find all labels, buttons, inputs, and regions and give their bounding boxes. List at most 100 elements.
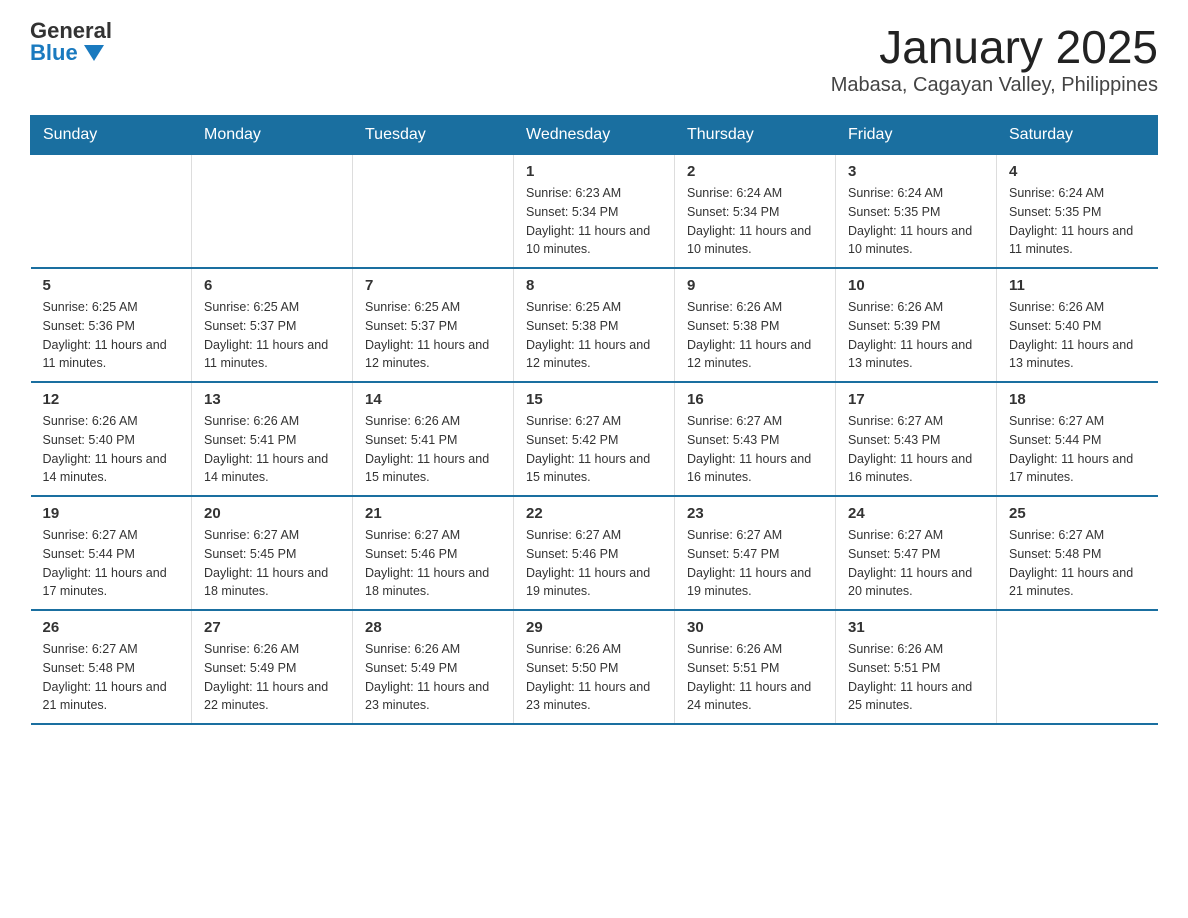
day-number: 5: [43, 277, 180, 294]
day-number: 21: [365, 505, 501, 522]
day-info: Sunrise: 6:25 AMSunset: 5:36 PMDaylight:…: [43, 298, 180, 373]
day-number: 6: [204, 277, 340, 294]
page-header: General Blue January 2025 Mabasa, Cagaya…: [30, 20, 1158, 97]
calendar-cell: [353, 155, 514, 269]
calendar-cell: 26 Sunrise: 6:27 AMSunset: 5:48 PMDayligh…: [31, 610, 192, 724]
calendar-body: 1 Sunrise: 6:23 AMSunset: 5:34 PMDaylight…: [31, 155, 1158, 725]
calendar-cell: 11 Sunrise: 6:26 AMSunset: 5:40 PMDayligh…: [997, 268, 1158, 382]
day-info: Sunrise: 6:26 AMSunset: 5:41 PMDaylight:…: [204, 412, 340, 487]
calendar-week-row: 26 Sunrise: 6:27 AMSunset: 5:48 PMDayligh…: [31, 610, 1158, 724]
day-of-week-header: Friday: [836, 116, 997, 155]
calendar-week-row: 5 Sunrise: 6:25 AMSunset: 5:36 PMDaylight…: [31, 268, 1158, 382]
logo-triangle-icon: [84, 45, 104, 61]
calendar-cell: 31Sunrise: 6:26 AMSunset: 5:51 PMDayligh…: [836, 610, 997, 724]
calendar-cell: 1 Sunrise: 6:23 AMSunset: 5:34 PMDaylight…: [514, 155, 675, 269]
day-number: 3: [848, 163, 984, 180]
day-number: 14: [365, 391, 501, 408]
day-number: 30: [687, 619, 823, 636]
day-number: 22: [526, 505, 662, 522]
day-number: 10: [848, 277, 984, 294]
day-info: Sunrise: 6:24 AMSunset: 5:35 PMDaylight:…: [848, 184, 984, 259]
header-row: SundayMondayTuesdayWednesdayThursdayFrid…: [31, 116, 1158, 155]
day-info: Sunrise: 6:24 AMSunset: 5:35 PMDaylight:…: [1009, 184, 1146, 259]
day-number: 24: [848, 505, 984, 522]
calendar-week-row: 1 Sunrise: 6:23 AMSunset: 5:34 PMDaylight…: [31, 155, 1158, 269]
day-number: 8: [526, 277, 662, 294]
day-number: 2: [687, 163, 823, 180]
day-info: Sunrise: 6:26 AMSunset: 5:40 PMDaylight:…: [1009, 298, 1146, 373]
day-info: Sunrise: 6:27 AMSunset: 5:47 PMDaylight:…: [687, 526, 823, 601]
calendar-cell: 8 Sunrise: 6:25 AMSunset: 5:38 PMDaylight…: [514, 268, 675, 382]
day-info: Sunrise: 6:23 AMSunset: 5:34 PMDaylight:…: [526, 184, 662, 259]
day-info: Sunrise: 6:27 AMSunset: 5:48 PMDaylight:…: [1009, 526, 1146, 601]
day-number: 16: [687, 391, 823, 408]
day-info: Sunrise: 6:27 AMSunset: 5:43 PMDaylight:…: [848, 412, 984, 487]
day-number: 31: [848, 619, 984, 636]
day-info: Sunrise: 6:26 AMSunset: 5:39 PMDaylight:…: [848, 298, 984, 373]
calendar-cell: 18Sunrise: 6:27 AMSunset: 5:44 PMDayligh…: [997, 382, 1158, 496]
day-of-week-header: Tuesday: [353, 116, 514, 155]
calendar-week-row: 19Sunrise: 6:27 AMSunset: 5:44 PMDayligh…: [31, 496, 1158, 610]
day-number: 27: [204, 619, 340, 636]
day-info: Sunrise: 6:25 AMSunset: 5:37 PMDaylight:…: [365, 298, 501, 373]
day-info: Sunrise: 6:27 AMSunset: 5:45 PMDaylight:…: [204, 526, 340, 601]
day-number: 18: [1009, 391, 1146, 408]
day-info: Sunrise: 6:26 AMSunset: 5:38 PMDaylight:…: [687, 298, 823, 373]
calendar-cell: [31, 155, 192, 269]
calendar-cell: 24 Sunrise: 6:27 AMSunset: 5:47 PMDayligh…: [836, 496, 997, 610]
day-info: Sunrise: 6:27 AMSunset: 5:47 PMDaylight:…: [848, 526, 984, 601]
day-info: Sunrise: 6:26 AMSunset: 5:41 PMDaylight:…: [365, 412, 501, 487]
calendar-cell: 20 Sunrise: 6:27 AMSunset: 5:45 PMDayligh…: [192, 496, 353, 610]
calendar-cell: 19Sunrise: 6:27 AMSunset: 5:44 PMDayligh…: [31, 496, 192, 610]
calendar-cell: [192, 155, 353, 269]
day-info: Sunrise: 6:27 AMSunset: 5:43 PMDaylight:…: [687, 412, 823, 487]
day-of-week-header: Thursday: [675, 116, 836, 155]
subtitle: Mabasa, Cagayan Valley, Philippines: [831, 74, 1158, 97]
day-info: Sunrise: 6:27 AMSunset: 5:46 PMDaylight:…: [526, 526, 662, 601]
logo: General Blue: [30, 20, 112, 64]
day-number: 20: [204, 505, 340, 522]
day-number: 4: [1009, 163, 1146, 180]
calendar-cell: [997, 610, 1158, 724]
day-number: 7: [365, 277, 501, 294]
day-number: 26: [43, 619, 180, 636]
day-of-week-header: Monday: [192, 116, 353, 155]
day-info: Sunrise: 6:24 AMSunset: 5:34 PMDaylight:…: [687, 184, 823, 259]
calendar-cell: 21 Sunrise: 6:27 AMSunset: 5:46 PMDayligh…: [353, 496, 514, 610]
calendar-cell: 22 Sunrise: 6:27 AMSunset: 5:46 PMDayligh…: [514, 496, 675, 610]
calendar-header: SundayMondayTuesdayWednesdayThursdayFrid…: [31, 116, 1158, 155]
calendar-week-row: 12Sunrise: 6:26 AMSunset: 5:40 PMDayligh…: [31, 382, 1158, 496]
day-info: Sunrise: 6:26 AMSunset: 5:49 PMDaylight:…: [204, 640, 340, 715]
calendar-cell: 6 Sunrise: 6:25 AMSunset: 5:37 PMDaylight…: [192, 268, 353, 382]
calendar-cell: 4 Sunrise: 6:24 AMSunset: 5:35 PMDaylight…: [997, 155, 1158, 269]
title-section: January 2025 Mabasa, Cagayan Valley, Phi…: [831, 20, 1158, 97]
day-info: Sunrise: 6:27 AMSunset: 5:46 PMDaylight:…: [365, 526, 501, 601]
logo-blue-text: Blue: [30, 42, 112, 64]
main-title: January 2025: [831, 20, 1158, 74]
logo-general-text: General: [30, 20, 112, 42]
calendar-cell: 10 Sunrise: 6:26 AMSunset: 5:39 PMDayligh…: [836, 268, 997, 382]
day-number: 1: [526, 163, 662, 180]
day-number: 9: [687, 277, 823, 294]
calendar-cell: 12Sunrise: 6:26 AMSunset: 5:40 PMDayligh…: [31, 382, 192, 496]
calendar-cell: 28Sunrise: 6:26 AMSunset: 5:49 PMDayligh…: [353, 610, 514, 724]
calendar-cell: 30 Sunrise: 6:26 AMSunset: 5:51 PMDayligh…: [675, 610, 836, 724]
calendar-cell: 3 Sunrise: 6:24 AMSunset: 5:35 PMDaylight…: [836, 155, 997, 269]
calendar-cell: 27 Sunrise: 6:26 AMSunset: 5:49 PMDayligh…: [192, 610, 353, 724]
day-number: 29: [526, 619, 662, 636]
day-of-week-header: Wednesday: [514, 116, 675, 155]
day-info: Sunrise: 6:27 AMSunset: 5:48 PMDaylight:…: [43, 640, 180, 715]
day-info: Sunrise: 6:26 AMSunset: 5:51 PMDaylight:…: [687, 640, 823, 715]
day-info: Sunrise: 6:25 AMSunset: 5:38 PMDaylight:…: [526, 298, 662, 373]
calendar-cell: 5 Sunrise: 6:25 AMSunset: 5:36 PMDaylight…: [31, 268, 192, 382]
calendar-cell: 25Sunrise: 6:27 AMSunset: 5:48 PMDayligh…: [997, 496, 1158, 610]
day-number: 11: [1009, 277, 1146, 294]
calendar-cell: 17 Sunrise: 6:27 AMSunset: 5:43 PMDayligh…: [836, 382, 997, 496]
day-info: Sunrise: 6:25 AMSunset: 5:37 PMDaylight:…: [204, 298, 340, 373]
day-number: 17: [848, 391, 984, 408]
day-info: Sunrise: 6:27 AMSunset: 5:42 PMDaylight:…: [526, 412, 662, 487]
day-info: Sunrise: 6:26 AMSunset: 5:49 PMDaylight:…: [365, 640, 501, 715]
calendar-cell: 7 Sunrise: 6:25 AMSunset: 5:37 PMDaylight…: [353, 268, 514, 382]
calendar-cell: 23Sunrise: 6:27 AMSunset: 5:47 PMDayligh…: [675, 496, 836, 610]
calendar-cell: 14 Sunrise: 6:26 AMSunset: 5:41 PMDayligh…: [353, 382, 514, 496]
